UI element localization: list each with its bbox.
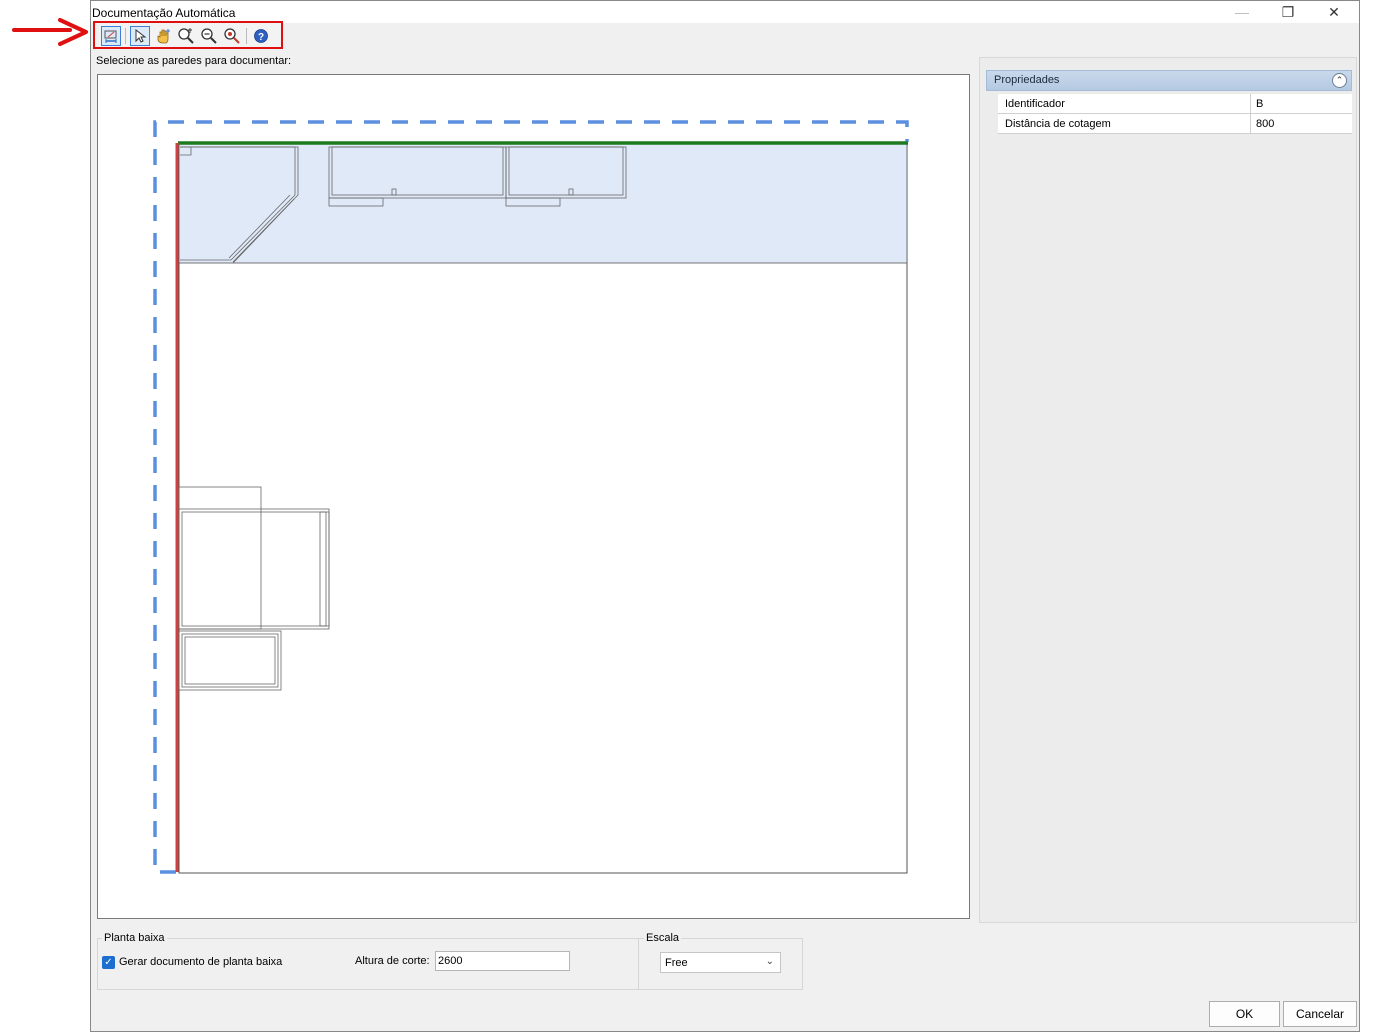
instruction-label: Selecione as paredes para documentar: bbox=[96, 55, 292, 67]
property-row-distancia-cotagem[interactable]: Distância de cotagem 800 bbox=[998, 114, 1352, 134]
properties-title: Propriedades bbox=[994, 74, 1060, 86]
toolbar-separator bbox=[125, 28, 126, 44]
property-value[interactable]: 800 bbox=[1256, 118, 1274, 130]
generate-floor-plan-label[interactable]: Gerar documento de planta baixa bbox=[119, 956, 282, 968]
pointer-select-icon bbox=[135, 28, 147, 43]
property-row-identificador[interactable]: Identificador B bbox=[998, 94, 1352, 114]
zoom-in-button[interactable] bbox=[199, 26, 219, 46]
floor-plan-drawing bbox=[153, 120, 909, 874]
properties-header[interactable]: Propriedades ⌃ bbox=[986, 70, 1352, 91]
help-button[interactable]: ? bbox=[251, 26, 271, 46]
cancel-button[interactable]: Cancelar bbox=[1283, 1001, 1357, 1027]
property-divider bbox=[1250, 114, 1251, 134]
cut-height-input[interactable]: 2600 bbox=[435, 951, 570, 971]
scale-selected-value: Free bbox=[665, 957, 688, 969]
toolbar-separator bbox=[246, 28, 247, 44]
minimize-icon: — bbox=[1235, 4, 1249, 20]
wall-dimension-icon bbox=[104, 30, 117, 43]
minimize-button[interactable]: — bbox=[1219, 1, 1265, 23]
toolbar: ? bbox=[93, 21, 283, 49]
svg-text:?: ? bbox=[258, 32, 264, 43]
property-value[interactable]: B bbox=[1256, 98, 1263, 110]
ok-button[interactable]: OK bbox=[1209, 1001, 1280, 1027]
zoom-extents-icon bbox=[178, 28, 194, 44]
scale-group-label: Escala bbox=[644, 932, 682, 944]
properties-panel: Propriedades ⌃ Identificador B Distância… bbox=[979, 57, 1357, 923]
pan-hand-button[interactable] bbox=[153, 26, 173, 46]
check-icon: ✓ bbox=[104, 957, 113, 968]
pointer-select-button[interactable] bbox=[130, 26, 150, 46]
zoom-extents-button[interactable] bbox=[176, 26, 196, 46]
scale-select[interactable]: Free ⌄ bbox=[660, 952, 781, 973]
cut-height-value: 2600 bbox=[438, 955, 463, 967]
restore-icon: ❐ bbox=[1281, 3, 1295, 20]
restore-button[interactable]: ❐ bbox=[1265, 1, 1311, 23]
help-icon: ? bbox=[254, 29, 268, 43]
zoom-out-icon bbox=[224, 28, 240, 44]
cut-height-label: Altura de corte: bbox=[355, 955, 430, 967]
zoom-in-icon bbox=[201, 28, 217, 44]
drawing-canvas[interactable] bbox=[97, 74, 970, 919]
chevron-down-icon: ⌄ bbox=[765, 956, 774, 967]
annotation-arrow-icon bbox=[12, 18, 88, 46]
close-button[interactable]: ✕ bbox=[1311, 1, 1357, 23]
pan-hand-icon bbox=[157, 29, 170, 44]
property-divider bbox=[1250, 94, 1251, 114]
wall-dimension-button[interactable] bbox=[101, 26, 121, 46]
wall-highlight-area bbox=[178, 143, 908, 264]
zoom-out-button[interactable] bbox=[222, 26, 242, 46]
generate-floor-plan-checkbox[interactable]: ✓ bbox=[102, 956, 115, 969]
floor-plan-group-label: Planta baixa bbox=[102, 932, 167, 944]
title-bar: Documentação Automática — ❐ ✕ bbox=[91, 1, 1359, 23]
collapse-up-icon[interactable]: ⌃ bbox=[1332, 73, 1347, 88]
window-title: Documentação Automática bbox=[92, 6, 236, 20]
dialog-window: Documentação Automática — ❐ ✕ ? Selecion… bbox=[90, 0, 1360, 1032]
property-name: Identificador bbox=[1005, 98, 1065, 110]
property-name: Distância de cotagem bbox=[1005, 118, 1111, 130]
close-icon: ✕ bbox=[1328, 3, 1340, 20]
